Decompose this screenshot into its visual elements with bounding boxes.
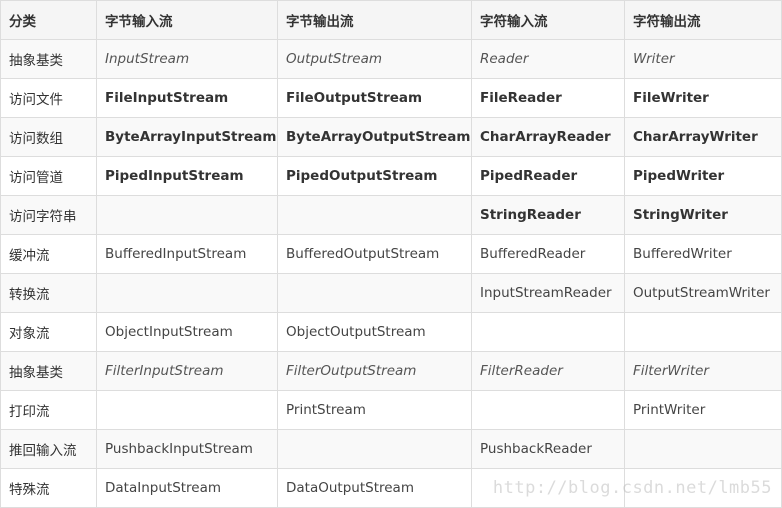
header-row: 分类 字节输入流 字节输出流 字符输入流 字符输出流 (0, 0, 782, 40)
stream-class-cell: FilterWriter (624, 351, 782, 391)
table-row: 访问字符串 StringReader StringWriter (0, 195, 782, 235)
stream-class-cell: FileReader (471, 78, 625, 118)
stream-class-cell: PrintStream (277, 390, 472, 430)
stream-class-cell: ObjectOutputStream (277, 312, 472, 352)
stream-class-cell: DataInputStream (96, 468, 278, 508)
category-cell: 抽象基类 (0, 351, 97, 391)
stream-class-cell: PipedReader (471, 156, 625, 196)
stream-class-cell: FilterOutputStream (277, 351, 472, 391)
table-row: 抽象基类 FilterInputStream FilterOutputStream F… (0, 351, 782, 391)
stream-class-cell: ByteArrayOutputStream (277, 117, 472, 157)
stream-class-cell: ByteArrayInputStream (96, 117, 278, 157)
category-cell: 特殊流 (0, 468, 97, 508)
stream-class-cell: PipedWriter (624, 156, 782, 196)
stream-class-cell (96, 195, 278, 235)
table-row: 转换流 InputStreamReader OutputStreamWriter (0, 273, 782, 313)
table-row: 访问文件 FileInputStream FileOutputStream FileR… (0, 78, 782, 118)
stream-class-cell: FileWriter (624, 78, 782, 118)
stream-class-cell: FileOutputStream (277, 78, 472, 118)
table-row: 推回输入流 PushbackInputStream PushbackReader (0, 429, 782, 469)
stream-class-cell: Reader (471, 39, 625, 79)
stream-class-cell: FilterReader (471, 351, 625, 391)
stream-class-cell: BufferedInputStream (96, 234, 278, 274)
category-cell: 访问数组 (0, 117, 97, 157)
stream-class-cell: DataOutputStream (277, 468, 472, 508)
stream-class-cell (471, 312, 625, 352)
category-cell: 抽象基类 (0, 39, 97, 79)
stream-class-cell: StringReader (471, 195, 625, 235)
stream-class-cell: BufferedWriter (624, 234, 782, 274)
column-header: 分类 (0, 0, 97, 40)
category-cell: 访问文件 (0, 78, 97, 118)
stream-class-cell (624, 312, 782, 352)
stream-class-cell: PipedOutputStream (277, 156, 472, 196)
stream-class-cell: ObjectInputStream (96, 312, 278, 352)
stream-class-cell: InputStream (96, 39, 278, 79)
column-header: 字符输入流 (471, 0, 625, 40)
stream-class-cell (96, 390, 278, 430)
stream-class-cell: CharArrayWriter (624, 117, 782, 157)
stream-class-cell: BufferedOutputStream (277, 234, 472, 274)
stream-class-cell (277, 429, 472, 469)
stream-class-cell (277, 195, 472, 235)
stream-class-cell: PushbackReader (471, 429, 625, 469)
stream-class-cell: OutputStream (277, 39, 472, 79)
stream-class-cell (96, 273, 278, 313)
stream-class-cell: StringWriter (624, 195, 782, 235)
category-cell: 缓冲流 (0, 234, 97, 274)
table-body: 抽象基类 InputStream OutputStream Reader Writer 访… (0, 39, 782, 508)
category-cell: 转换流 (0, 273, 97, 313)
table-row: 访问管道 PipedInputStream PipedOutputStream Pip… (0, 156, 782, 196)
watermark: http://blog.csdn.net/lmb55 (492, 478, 772, 498)
stream-class-cell: FilterInputStream (96, 351, 278, 391)
stream-class-cell (471, 390, 625, 430)
column-header: 字节输入流 (96, 0, 278, 40)
io-stream-table: 分类 字节输入流 字节输出流 字符输入流 字符输出流 抽象基类 InputStre… (0, 0, 782, 508)
table-row: 缓冲流 BufferedInputStream BufferedOutputStre… (0, 234, 782, 274)
stream-class-cell: PipedInputStream (96, 156, 278, 196)
column-header: 字节输出流 (277, 0, 472, 40)
category-cell: 访问字符串 (0, 195, 97, 235)
stream-class-cell: InputStreamReader (471, 273, 625, 313)
table-row: 访问数组 ByteArrayInputStream ByteArrayOutputS… (0, 117, 782, 157)
stream-class-cell (277, 273, 472, 313)
stream-class-cell: BufferedReader (471, 234, 625, 274)
stream-class-cell: FileInputStream (96, 78, 278, 118)
stream-class-cell: CharArrayReader (471, 117, 625, 157)
category-cell: 对象流 (0, 312, 97, 352)
column-header: 字符输出流 (624, 0, 782, 40)
stream-class-cell: PrintWriter (624, 390, 782, 430)
stream-class-cell (624, 429, 782, 469)
table-row: 抽象基类 InputStream OutputStream Reader Writer (0, 39, 782, 79)
table-row: 对象流 ObjectInputStream ObjectOutputStream (0, 312, 782, 352)
table-row: 打印流 PrintStream PrintWriter (0, 390, 782, 430)
stream-class-cell: PushbackInputStream (96, 429, 278, 469)
stream-class-cell: Writer (624, 39, 782, 79)
category-cell: 访问管道 (0, 156, 97, 196)
stream-class-cell: OutputStreamWriter (624, 273, 782, 313)
category-cell: 打印流 (0, 390, 97, 430)
category-cell: 推回输入流 (0, 429, 97, 469)
